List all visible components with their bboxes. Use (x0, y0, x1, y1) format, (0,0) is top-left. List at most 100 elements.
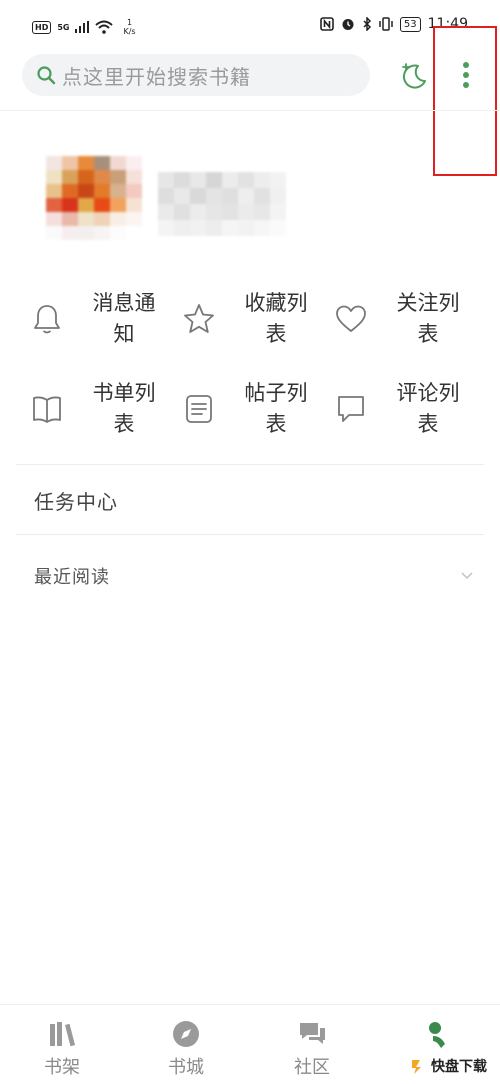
username-pixel (190, 172, 206, 188)
avatar-pixel (126, 156, 142, 170)
avatar-pixel (78, 226, 94, 240)
night-mode-button[interactable] (398, 60, 430, 92)
nav-label: 书城 (168, 1057, 204, 1078)
net-speed: 1 K/s (123, 18, 135, 36)
avatar-pixel (126, 212, 142, 226)
feature-comments[interactable]: 评论列表 (324, 378, 474, 444)
feature-label: 收藏列表 (244, 291, 308, 346)
avatar-pixel (46, 198, 62, 212)
avatar-pixel (94, 212, 110, 226)
search-icon (37, 66, 56, 85)
chat-icon (300, 1023, 325, 1044)
compass-icon (173, 1021, 199, 1047)
username-pixel (222, 204, 238, 220)
nav-bookshelf[interactable]: 书架 (26, 1019, 96, 1081)
book-icon (33, 396, 61, 423)
avatar-pixel (62, 226, 78, 240)
username-pixel (158, 220, 174, 236)
username-pixel (238, 204, 254, 220)
username-pixel (190, 220, 206, 236)
feature-label: 评论列表 (396, 381, 460, 436)
bluetooth-icon (363, 17, 371, 31)
avatar-pixel (78, 212, 94, 226)
username-pixel (206, 204, 222, 220)
chevron-down-icon[interactable] (458, 566, 476, 584)
bell-icon (34, 305, 60, 334)
avatar-pixel (46, 184, 62, 198)
username-pixel (158, 204, 174, 220)
avatar-pixel (110, 226, 126, 240)
username-pixel (254, 172, 270, 188)
feature-favorites[interactable]: 收藏列表 (172, 288, 322, 354)
avatar-pixel (94, 156, 110, 170)
username-pixel (190, 204, 206, 220)
username-pixel (254, 204, 270, 220)
header-divider (0, 110, 500, 111)
avatar-pixel (126, 184, 142, 198)
nav-community[interactable]: 社区 (276, 1019, 346, 1081)
avatar-pixel (110, 198, 126, 212)
nfc-icon (320, 17, 334, 31)
avatar-pixel (94, 184, 110, 198)
username-pixel (254, 220, 270, 236)
search-placeholder: 点这里开始搜索书籍 (62, 64, 251, 89)
net-speed-unit: K/s (123, 27, 136, 36)
feature-label: 消息通知 (92, 291, 156, 346)
task-center-link[interactable]: 任务中心 (34, 486, 118, 515)
moon-icon (402, 63, 426, 89)
username-pixel (238, 220, 254, 236)
feature-following[interactable]: 关注列表 (324, 288, 474, 354)
nav-bookstore[interactable]: 书城 (150, 1019, 220, 1081)
nav-label: 书架 (44, 1057, 80, 1078)
avatar-pixel (78, 184, 94, 198)
username-pixel (174, 172, 190, 188)
avatar-pixel (62, 156, 78, 170)
status-bar: HD 5G 1 K/s 53 11:49 (0, 0, 500, 50)
username-pixel (174, 188, 190, 204)
username-pixel (222, 172, 238, 188)
feature-message-notice[interactable]: 消息通知 (20, 288, 170, 354)
username-pixel (254, 188, 270, 204)
feature-posts[interactable]: 帖子列表 (172, 378, 322, 444)
avatar-pixel (78, 170, 94, 184)
profile-icon (429, 1022, 445, 1048)
avatar-pixel (126, 170, 142, 184)
avatar-pixel (46, 156, 62, 170)
feature-label: 书单列表 (92, 381, 156, 436)
username-pixel (174, 220, 190, 236)
search-input[interactable]: 点这里开始搜索书籍 (22, 54, 370, 96)
username-pixel (222, 220, 238, 236)
avatar-pixel (126, 226, 142, 240)
username-pixel (206, 172, 222, 188)
username-pixel (158, 172, 174, 188)
avatar-pixel (110, 156, 126, 170)
signal-icon (75, 21, 90, 33)
feature-label: 关注列表 (396, 291, 460, 346)
avatar[interactable] (46, 156, 142, 240)
vibrate-icon (379, 17, 393, 31)
avatar-pixel (78, 198, 94, 212)
bookshelf-icon (50, 1022, 75, 1047)
alarm-icon (342, 19, 354, 30)
username-pixel (238, 172, 254, 188)
avatar-pixel (110, 170, 126, 184)
avatar-pixel (94, 170, 110, 184)
network-type: 5G (57, 22, 70, 32)
username-pixel (222, 188, 238, 204)
heart-icon (336, 305, 366, 332)
star-icon (184, 304, 214, 333)
net-speed-value: 1 (126, 18, 133, 27)
watermark: 快盘下载 (406, 1050, 500, 1084)
feature-booklist[interactable]: 书单列表 (20, 378, 170, 444)
username-pixelated[interactable] (158, 172, 286, 236)
avatar-pixel (110, 212, 126, 226)
username-pixel (238, 188, 254, 204)
comment-icon (338, 396, 364, 422)
avatar-pixel (62, 170, 78, 184)
username-pixel (206, 220, 222, 236)
username-pixel (174, 204, 190, 220)
section-divider (16, 464, 484, 465)
avatar-pixel (62, 212, 78, 226)
recent-read-header[interactable]: 最近阅读 (34, 563, 110, 589)
username-pixel (270, 220, 286, 236)
